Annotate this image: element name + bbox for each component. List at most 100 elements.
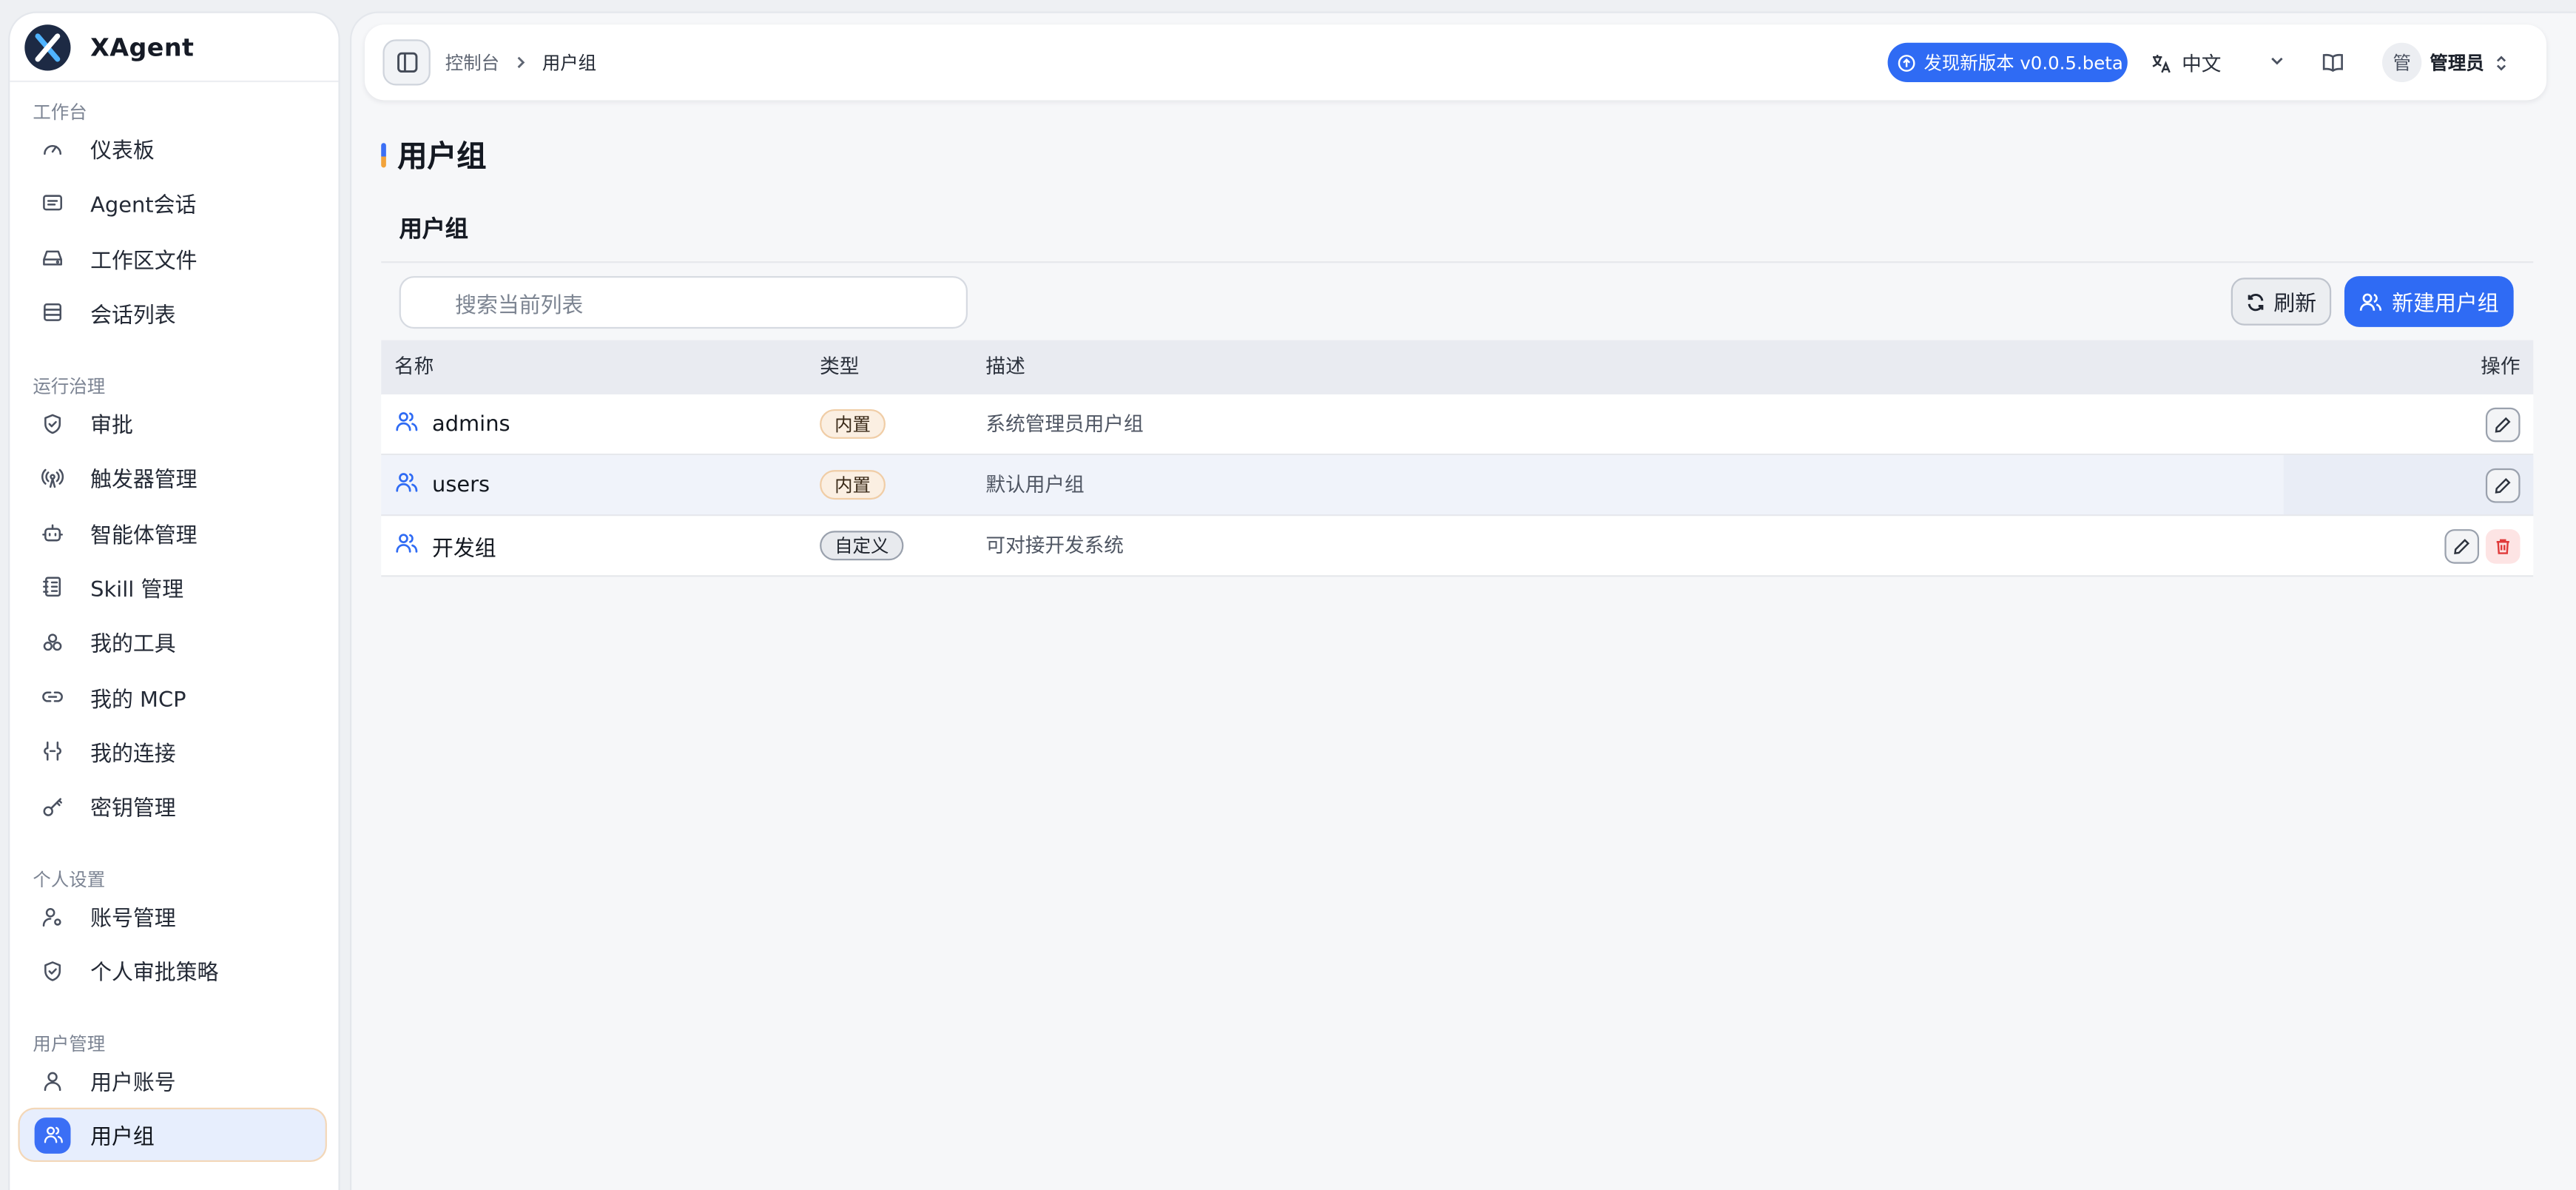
shield-check-icon (39, 958, 66, 984)
sidebar-item[interactable]: Agent会话 (20, 178, 326, 229)
chevrons-up-down-icon (2492, 53, 2510, 71)
group-description: 系统管理员用户组 (985, 412, 1144, 436)
sidebar-item-label: 我的 MCP (90, 688, 186, 713)
sidebar-item[interactable]: 密钥管理 (20, 781, 326, 832)
create-group-label: 新建用户组 (2392, 292, 2499, 317)
main-panel: 控制台 用户组 发现新版本 v0.0.5.beta 中文 管 管理员 用户组 用… (351, 13, 2576, 1190)
col-desc: 描述 (985, 354, 1025, 378)
page-title: 用户组 (397, 139, 487, 175)
sidebar-item[interactable]: 仪表板 (20, 124, 326, 175)
arrow-up-circle-icon (1898, 53, 1915, 71)
sidebar-item[interactable]: 我的 MCP (20, 671, 326, 722)
sidebar-item[interactable]: 会话列表 (20, 287, 326, 338)
sidebar-item[interactable]: 审批 (20, 397, 326, 448)
refresh-label: 刷新 (2273, 292, 2317, 317)
brand: XAgent (10, 13, 339, 83)
sidebar-item[interactable]: 工作区文件 (20, 232, 326, 283)
users-icon (2359, 292, 2382, 310)
sidebar-item[interactable]: 我的工具 (20, 616, 326, 668)
sidebar-item[interactable]: 用户组 (19, 1109, 326, 1161)
group-name: 开发组 (432, 537, 496, 562)
edit-button[interactable] (2485, 468, 2521, 503)
user-name: 管理员 (2430, 53, 2484, 74)
pencil-icon (2495, 477, 2511, 494)
app-name: XAgent (90, 32, 195, 62)
group-type-badge: 自定义 (820, 531, 904, 561)
divider (381, 261, 2534, 263)
nav-section-title: 个人设置 (33, 869, 106, 891)
col-name: 名称 (394, 354, 434, 378)
panel-left-icon (396, 52, 417, 73)
delete-button[interactable] (2485, 529, 2521, 564)
sidebar-item-label: 用户账号 (90, 1071, 176, 1097)
sidebar-item-label: 工作区文件 (90, 249, 198, 274)
sidebar-item-label: Agent会话 (90, 194, 197, 220)
group-description: 可对接开发系统 (985, 534, 1124, 557)
group-type-badge: 内置 (820, 409, 886, 439)
sidebar-item[interactable]: Skill 管理 (20, 562, 326, 613)
shield-check-icon (39, 410, 66, 437)
users-icon (394, 409, 419, 439)
refresh-button[interactable]: 刷新 (2231, 278, 2332, 326)
search-input[interactable]: 搜索当前列表 (399, 276, 968, 329)
edit-button[interactable] (2444, 529, 2480, 564)
refresh-icon (2248, 292, 2264, 311)
edit-button[interactable] (2485, 407, 2521, 443)
user-icon (39, 1067, 66, 1094)
avatar: 管 (2382, 42, 2422, 83)
new-version-button[interactable]: 发现新版本 v0.0.5.beta (1887, 42, 2128, 83)
sidebar-item[interactable]: 智能体管理 (20, 507, 326, 558)
breadcrumb-console-link[interactable]: 控制台 (445, 50, 499, 76)
sidebar-item[interactable]: 用户账号 (20, 1055, 326, 1106)
list-icon (39, 300, 66, 326)
sidebar-item[interactable]: 账号管理 (20, 891, 326, 942)
col-type: 类型 (820, 354, 860, 378)
sidebar-item[interactable]: 触发器管理 (20, 452, 326, 503)
title-accent-bar (381, 142, 386, 167)
users-icon (394, 531, 419, 560)
group-type-badge: 内置 (820, 470, 886, 500)
link-icon (39, 684, 66, 710)
user-groups-card: 用户组 搜索当前列表 刷新 新建用户组 名称 类型 描述 操作 admins 内置… (381, 202, 2534, 1190)
language-select[interactable]: 中文 (2151, 24, 2221, 100)
chevron-right-icon (513, 54, 529, 70)
topbar: 控制台 用户组 发现新版本 v0.0.5.beta 中文 管 管理员 (364, 24, 2547, 101)
table-row[interactable]: 开发组 自定义 可对接开发系统 (381, 516, 2534, 577)
table-row[interactable]: admins 内置 系统管理员用户组 (381, 394, 2534, 456)
sidebar-item-label: 审批 (90, 414, 133, 439)
col-actions: 操作 (2481, 354, 2521, 378)
group-name: admins (432, 411, 510, 437)
group-name: users (432, 472, 490, 497)
new-version-label: 发现新版本 v0.0.5.beta (1923, 53, 2123, 74)
xagent-logo-icon (24, 24, 71, 70)
bot-icon (39, 520, 66, 546)
users-icon (34, 1117, 71, 1154)
sidebar-item-label: 智能体管理 (90, 523, 198, 548)
chevron-down-icon[interactable] (2268, 51, 2287, 71)
gauge-icon (39, 135, 66, 162)
sidebar-item-label: 账号管理 (90, 907, 176, 932)
card-title: 用户组 (399, 217, 468, 243)
breadcrumb: 控制台 用户组 (445, 24, 596, 100)
group-description: 默认用户组 (985, 473, 1085, 497)
nav-section-title: 运行治理 (33, 376, 106, 398)
sidebar-toggle-button[interactable] (382, 39, 431, 86)
key-icon (39, 793, 66, 820)
sidebar-item[interactable]: 我的连接 (20, 726, 326, 777)
hard-drive-icon (39, 245, 66, 272)
page-title-block: 用户组 (381, 133, 486, 176)
user-menu[interactable]: 管 管理员 (2382, 42, 2510, 83)
pencil-icon (2495, 417, 2511, 433)
sidebar-item-label: 我的工具 (90, 633, 176, 658)
table-row[interactable]: users 内置 默认用户组 (381, 455, 2534, 517)
radio-tower-icon (39, 465, 66, 491)
sidebar-item-label: 触发器管理 (90, 468, 198, 494)
book-open-icon[interactable] (2322, 51, 2344, 74)
create-group-button[interactable]: 新建用户组 (2344, 276, 2514, 327)
sidebar-item-label: 用户组 (90, 1126, 155, 1152)
sidebar-item-label: 我的连接 (90, 742, 176, 767)
sidebar-item[interactable]: 个人审批策略 (20, 946, 326, 997)
notebook-icon (39, 574, 66, 601)
sidebar-item-label: 仪表板 (90, 139, 155, 165)
boxes-icon (39, 629, 66, 656)
